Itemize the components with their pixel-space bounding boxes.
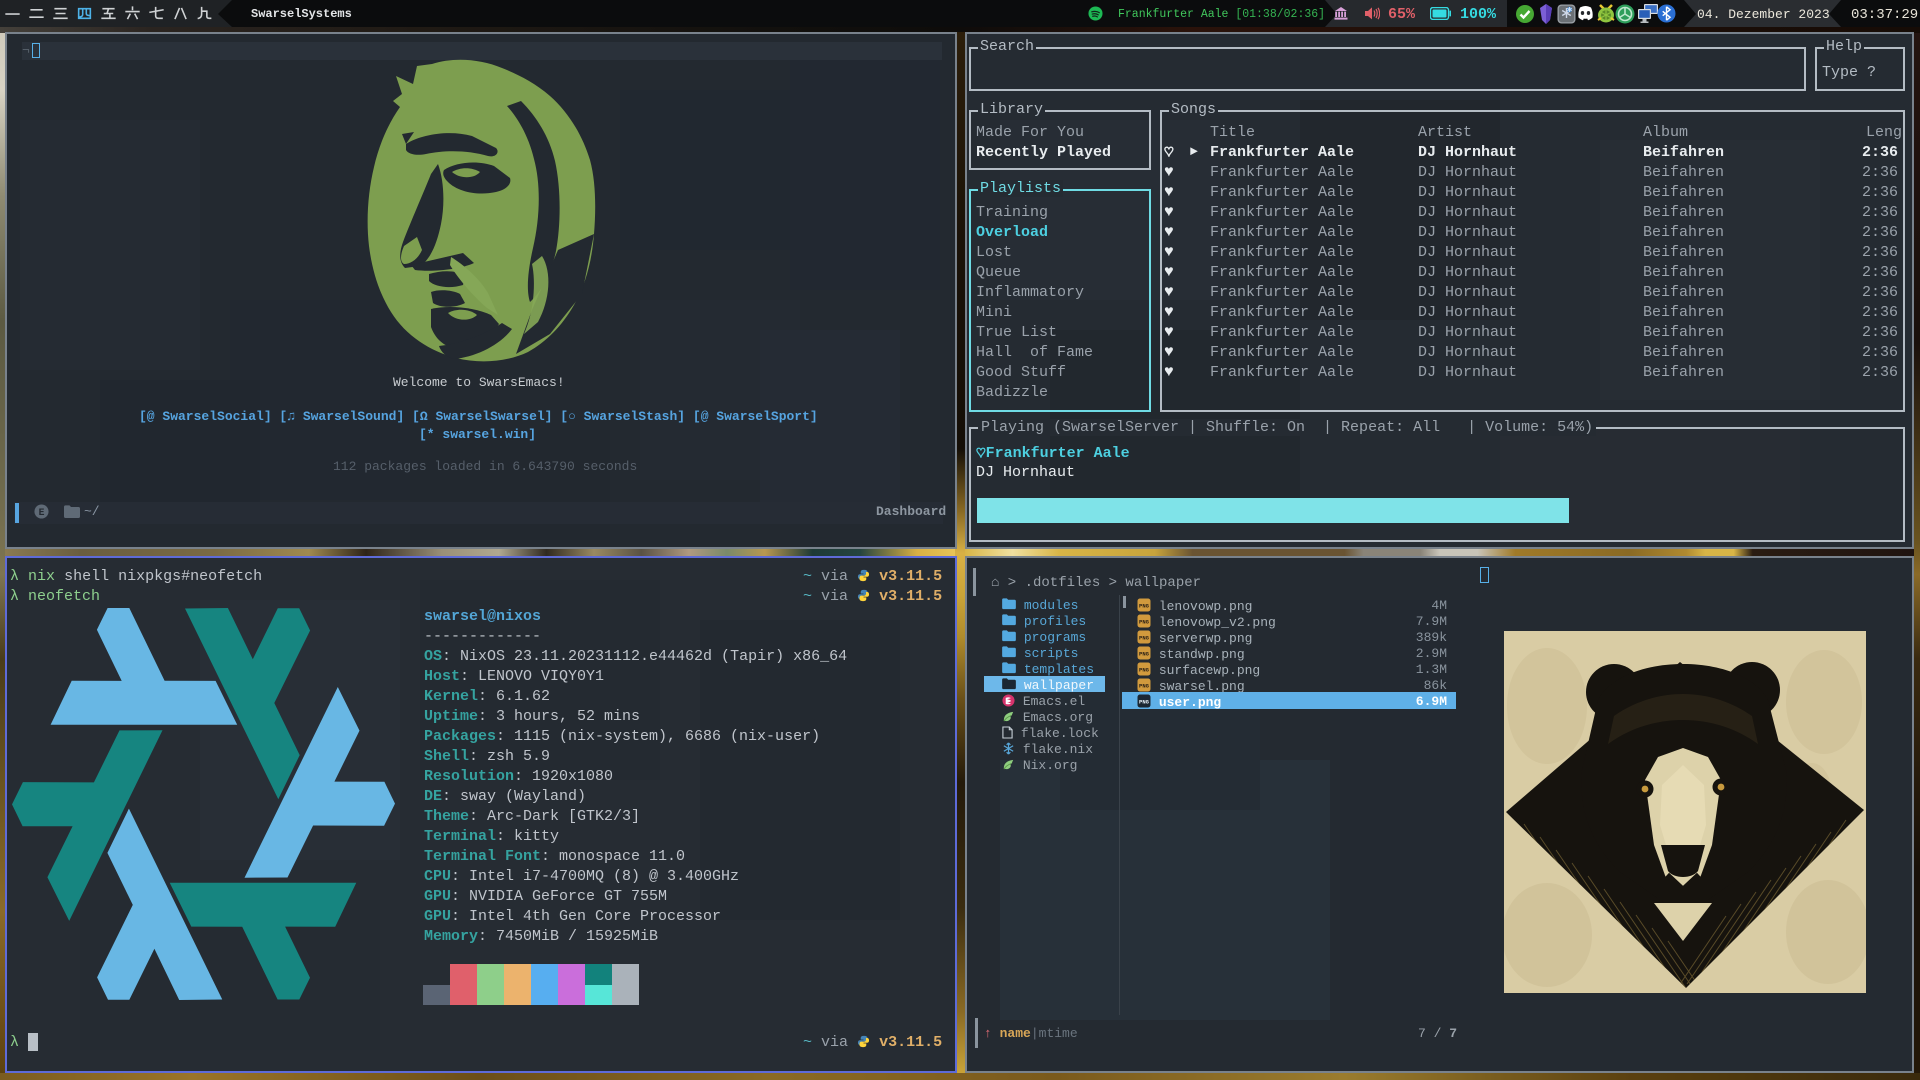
svg-text:E: E [39,507,45,518]
svg-text:PNG: PNG [1139,651,1150,658]
svg-text:PNG: PNG [1139,603,1150,610]
svg-text:PNG: PNG [1139,699,1150,706]
svg-text:PNG: PNG [1139,635,1150,642]
svg-text:PNG: PNG [1139,683,1150,690]
svg-text:PNG: PNG [1139,619,1150,626]
svg-text:PNG: PNG [1139,667,1150,674]
